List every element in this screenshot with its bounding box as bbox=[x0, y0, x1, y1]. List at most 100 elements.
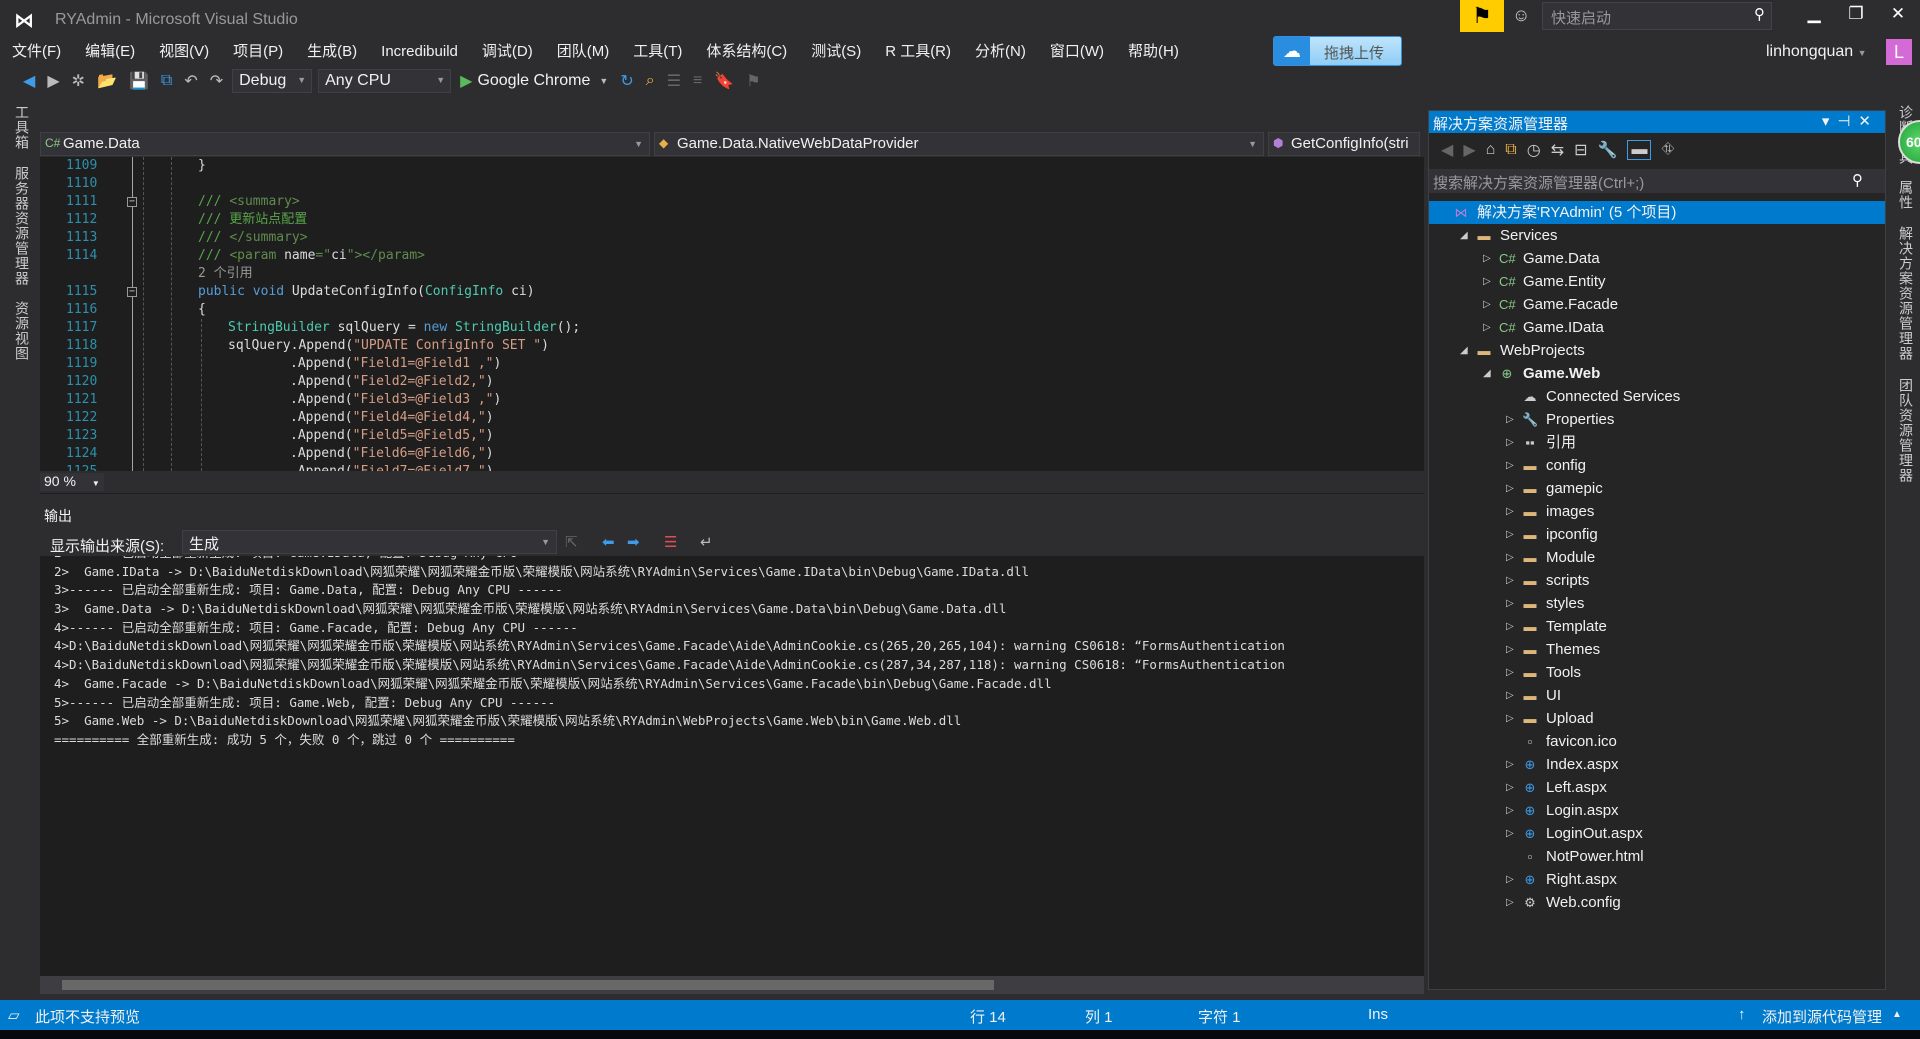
expand-icon[interactable]: ▷ bbox=[1506, 684, 1514, 707]
platform-select[interactable]: Any CPU ▼ bbox=[318, 69, 452, 93]
previous-message-icon[interactable]: ⬅ bbox=[602, 533, 615, 551]
preview-selected-icon[interactable]: ▬ bbox=[1627, 140, 1652, 160]
menu-item[interactable]: 分析(N) bbox=[963, 40, 1038, 64]
tree-item[interactable]: ▷ ▬ Module bbox=[1429, 546, 1885, 569]
expand-icon[interactable]: ▷ bbox=[1506, 707, 1514, 730]
forward-icon[interactable]: ▶ bbox=[44, 71, 62, 91]
team-explorer-tab[interactable]: 团队资源管理器 bbox=[1896, 378, 1916, 483]
tree-item[interactable]: ▷ ⊕ Login.aspx bbox=[1429, 799, 1885, 822]
tree-item[interactable]: ▷ ▬ Upload bbox=[1429, 707, 1885, 730]
back-icon[interactable]: ◀ bbox=[20, 71, 38, 91]
expand-icon[interactable]: ▷ bbox=[1506, 546, 1514, 569]
feedback-icon[interactable]: ☺ bbox=[1512, 5, 1530, 26]
expand-icon[interactable]: ▷ bbox=[1483, 270, 1491, 293]
expand-icon[interactable]: ▷ bbox=[1506, 569, 1514, 592]
tree-item[interactable]: ▷ 🔧 Properties bbox=[1429, 408, 1885, 431]
horizontal-scrollbar[interactable] bbox=[40, 976, 1424, 994]
tree-item[interactable]: ▷ C# Game.IData bbox=[1429, 316, 1885, 339]
tree-item[interactable]: ▷ ▬ ipconfig bbox=[1429, 523, 1885, 546]
tree-item[interactable]: ▷ ⊕ Index.aspx bbox=[1429, 753, 1885, 776]
toolbox-tab[interactable]: 工具箱 bbox=[12, 105, 32, 150]
tree-item[interactable]: ▫ NotPower.html bbox=[1429, 845, 1885, 868]
chevron-up-icon[interactable]: ▲ bbox=[1892, 1009, 1902, 1020]
menu-item[interactable]: 测试(S) bbox=[799, 40, 873, 64]
tree-item[interactable]: ▷ ▬ scripts bbox=[1429, 569, 1885, 592]
menu-item[interactable]: 帮助(H) bbox=[1116, 40, 1191, 64]
output-source-select[interactable]: 生成 ▼ bbox=[182, 530, 557, 554]
properties-wrench-icon[interactable]: 🔧 bbox=[1598, 140, 1618, 160]
tree-item[interactable]: ▷ ⊕ Right.aspx bbox=[1429, 868, 1885, 891]
menu-item[interactable]: 工具(T) bbox=[621, 40, 694, 64]
expand-icon[interactable]: ▷ bbox=[1506, 891, 1514, 914]
new-project-icon[interactable]: ✲ bbox=[69, 71, 88, 91]
upload-button[interactable]: ☁ 拖拽上传 bbox=[1273, 36, 1402, 66]
expand-icon[interactable]: ▷ bbox=[1483, 316, 1491, 339]
quick-launch-input[interactable]: 快速启动 ⚲ bbox=[1542, 2, 1772, 30]
solution-search-input[interactable]: 搜索解决方案资源管理器(Ctrl+;) ⚲ bbox=[1429, 169, 1885, 193]
expanded-icon[interactable]: ◢ bbox=[1483, 362, 1491, 385]
save-all-icon[interactable]: ⧉ bbox=[158, 72, 175, 90]
next-message-icon[interactable]: ➡ bbox=[627, 533, 640, 551]
restore-button[interactable]: ❐ bbox=[1836, 4, 1876, 24]
tree-item[interactable]: ▷ ▬ Template bbox=[1429, 615, 1885, 638]
expand-icon[interactable]: ▷ bbox=[1506, 408, 1514, 431]
expanded-icon[interactable]: ◢ bbox=[1460, 339, 1468, 362]
menu-item[interactable]: 体系结构(C) bbox=[694, 40, 799, 64]
tree-item[interactable]: ▷ ▬ styles bbox=[1429, 592, 1885, 615]
menu-item[interactable]: 文件(F) bbox=[0, 40, 73, 64]
expand-icon[interactable]: ▷ bbox=[1506, 753, 1514, 776]
tree-item[interactable]: ▷ ⚙ Web.config bbox=[1429, 891, 1885, 914]
server-explorer-tab[interactable]: 服务器资源管理器 bbox=[12, 166, 32, 286]
tree-item[interactable]: ☁ Connected Services bbox=[1429, 385, 1885, 408]
tree-item[interactable]: ▷ C# Game.Entity bbox=[1429, 270, 1885, 293]
menu-item[interactable]: 调试(D) bbox=[470, 40, 545, 64]
word-wrap-icon[interactable]: ↵ bbox=[700, 533, 713, 551]
go-to-line-icon[interactable]: ⇱ bbox=[565, 533, 578, 551]
bookmark-icon[interactable]: 🔖 bbox=[711, 71, 737, 91]
tree-item[interactable]: ▷ ▬ Themes bbox=[1429, 638, 1885, 661]
scrollbar-thumb[interactable] bbox=[62, 980, 994, 990]
expand-icon[interactable]: ▷ bbox=[1506, 523, 1514, 546]
expand-icon[interactable]: ▷ bbox=[1506, 822, 1514, 845]
resource-view-tab[interactable]: 资源视图 bbox=[12, 301, 32, 361]
expand-icon[interactable]: ▷ bbox=[1506, 868, 1514, 891]
home-icon[interactable]: ⌂ bbox=[1486, 141, 1496, 159]
open-file-icon[interactable]: 📂 bbox=[94, 71, 120, 91]
expand-icon[interactable]: ▷ bbox=[1506, 592, 1514, 615]
configuration-select[interactable]: Debug ▼ bbox=[232, 69, 313, 93]
menu-item[interactable]: R 工具(R) bbox=[873, 40, 963, 64]
solution-explorer-tab[interactable]: 解决方案资源管理器 bbox=[1896, 226, 1916, 361]
properties-tab[interactable]: 属性 bbox=[1896, 180, 1916, 210]
user-name[interactable]: linhongquan ▼ bbox=[1766, 43, 1867, 61]
save-icon[interactable]: 💾 bbox=[126, 71, 152, 91]
class-dropdown[interactable]: ◆ Game.Data.NativeWebDataProvider ▼ bbox=[654, 132, 1264, 156]
chevron-down-icon[interactable]: ▼ bbox=[596, 76, 611, 86]
tree-item[interactable]: ▷ ▪▪ 引用 bbox=[1429, 431, 1885, 454]
avatar[interactable]: L bbox=[1886, 39, 1912, 65]
tree-item[interactable]: ◢ ▬ WebProjects bbox=[1429, 339, 1885, 362]
menu-item[interactable]: 编辑(E) bbox=[73, 40, 147, 64]
menu-item[interactable]: Incredibuild bbox=[369, 40, 470, 64]
bookmark-nav-icon[interactable]: ⚑ bbox=[743, 71, 763, 91]
minimize-button[interactable]: ▁ bbox=[1794, 4, 1834, 24]
add-to-source-control-button[interactable]: 添加到源代码管理 bbox=[1762, 1006, 1882, 1027]
tree-item[interactable]: ▷ ▬ Tools bbox=[1429, 661, 1885, 684]
expand-icon[interactable]: ▷ bbox=[1506, 661, 1514, 684]
expand-icon[interactable]: ▷ bbox=[1506, 500, 1514, 523]
indent-icon[interactable]: ☰ bbox=[664, 71, 684, 91]
menu-item[interactable]: 项目(P) bbox=[221, 40, 295, 64]
undo-icon[interactable]: ↶ bbox=[181, 71, 200, 91]
find-in-files-icon[interactable]: ⌕ bbox=[643, 72, 658, 90]
tree-item[interactable]: ▷ ⊕ Left.aspx bbox=[1429, 776, 1885, 799]
output-text[interactable]: 2>------ 已启动全部重新生成: 项目: Game.IData, 配置: … bbox=[40, 556, 1424, 976]
run-target-button[interactable]: Google Chrome bbox=[477, 72, 590, 90]
tree-item[interactable]: ⋈ 解决方案'RYAdmin' (5 个项目) bbox=[1429, 201, 1885, 224]
code-editor[interactable]: C# Game.Data ▼ ◆ Game.Data.NativeWebDataPro… bbox=[40, 132, 1424, 494]
tree-item[interactable]: ▷ C# Game.Facade bbox=[1429, 293, 1885, 316]
notification-flag-icon[interactable]: ⚑ bbox=[1460, 0, 1504, 32]
refresh-icon[interactable]: ↻ bbox=[617, 71, 636, 91]
dropdown-icon[interactable]: ▾ bbox=[1822, 113, 1838, 130]
forward-icon[interactable]: ▶ bbox=[1463, 140, 1475, 160]
expand-icon[interactable]: ▷ bbox=[1483, 247, 1491, 270]
pending-changes-icon[interactable]: ◷ bbox=[1527, 140, 1541, 160]
